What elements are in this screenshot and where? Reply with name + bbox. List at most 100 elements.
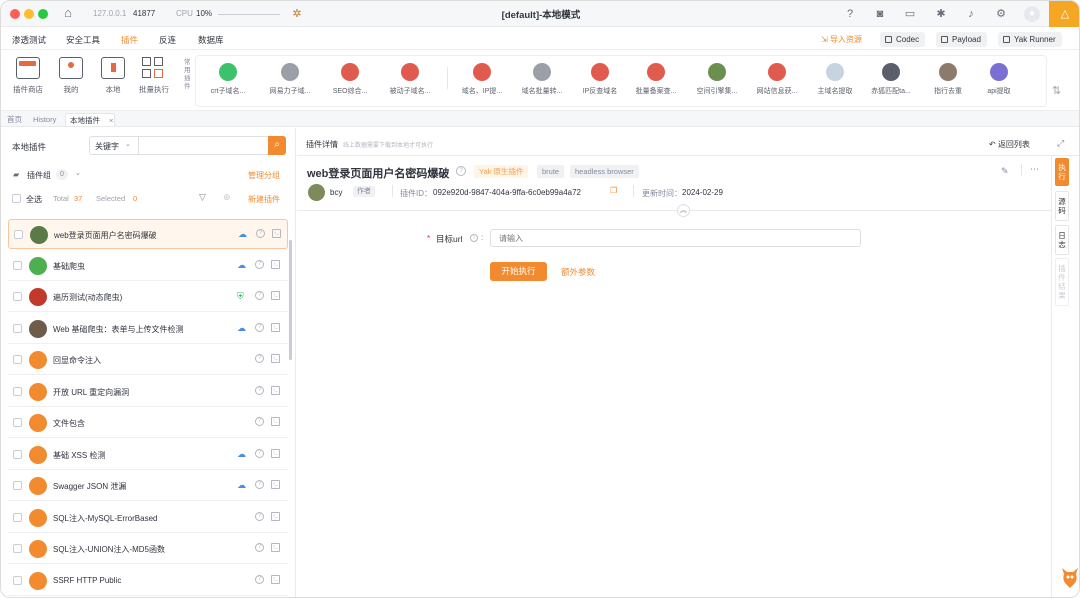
settings-icon[interactable]: ⚙ xyxy=(994,7,1008,21)
plugin-help-icon[interactable]: ? xyxy=(255,259,264,269)
menu-item-plugins[interactable]: 插件 xyxy=(121,34,138,46)
plugin-help-icon[interactable]: ? xyxy=(255,511,264,521)
minimize-window-button[interactable] xyxy=(24,9,34,19)
extra-params-link[interactable]: 额外参数 xyxy=(561,266,595,278)
plugin-list-item[interactable]: 开放 URL 重定向漏洞? ›_ xyxy=(8,377,288,407)
plugin-terminal-icon[interactable]: ›_ xyxy=(271,448,280,458)
common-plugin-item[interactable]: crt子域名... xyxy=(200,63,256,96)
plugin-terminal-icon[interactable]: ›_ xyxy=(271,385,280,395)
maximize-window-button[interactable] xyxy=(38,9,48,19)
menu-item-security-tools[interactable]: 安全工具 xyxy=(66,34,100,46)
side-tab-log[interactable]: 日志 xyxy=(1055,225,1069,255)
plugin-terminal-icon[interactable]: ›_ xyxy=(271,480,280,489)
plugin-list-item[interactable]: 遍历测试(动态爬虫) ⛨? ›_ xyxy=(8,282,288,312)
plugin-terminal-icon[interactable]: ›_ xyxy=(271,543,280,552)
back-to-list-button[interactable]: ↶ 返回列表 xyxy=(989,139,1030,150)
yak-runner-button[interactable]: Yak Runner xyxy=(998,32,1062,47)
common-plugin-item[interactable]: 域名批量转... xyxy=(514,63,570,96)
plugin-list-item[interactable]: web登录页面用户名密码爆破 ☁? ›_ xyxy=(8,219,288,249)
common-plugin-item[interactable]: 空间引擎集... xyxy=(689,63,745,96)
codec-button[interactable]: Codec xyxy=(880,32,926,47)
plugin-help-icon[interactable]: ? xyxy=(255,480,264,489)
search-icon[interactable]: ⌕ xyxy=(268,136,286,155)
plugin-help-icon[interactable]: ? xyxy=(255,385,264,395)
tab-history[interactable]: History xyxy=(29,113,60,126)
copy-icon[interactable]: ❐ xyxy=(610,186,617,195)
plugin-terminal-icon[interactable]: ›_ xyxy=(271,417,280,426)
close-window-button[interactable] xyxy=(10,9,20,19)
plugin-list-item[interactable]: Web 基础爬虫：表单与上传文件检测 ☁? ›_ xyxy=(8,314,288,344)
plugin-help-icon[interactable]: ? xyxy=(255,322,264,332)
my-plugins-button[interactable]: 我的 xyxy=(54,57,88,95)
plugin-checkbox[interactable] xyxy=(13,386,22,396)
batch-execute-button[interactable]: 批量执行 xyxy=(137,57,171,95)
plugin-checkbox[interactable] xyxy=(13,418,22,427)
target-url-input[interactable] xyxy=(490,229,861,247)
plugin-terminal-icon[interactable]: ›_ xyxy=(271,354,280,363)
plugin-terminal-icon[interactable]: ›_ xyxy=(272,229,281,238)
common-plugin-item[interactable]: 赤狐匹配ta... xyxy=(863,63,919,96)
plugin-checkbox[interactable] xyxy=(13,260,22,270)
plugin-checkbox[interactable] xyxy=(13,292,22,301)
tab-home[interactable]: 首页 xyxy=(3,113,26,126)
plugin-help-icon[interactable]: ? xyxy=(255,417,264,426)
common-plugin-item[interactable]: 批量备案查... xyxy=(628,63,684,96)
common-plugin-item[interactable]: IP反查域名 xyxy=(572,63,628,96)
plugin-terminal-icon[interactable]: ›_ xyxy=(271,574,280,584)
new-plugin-link[interactable]: 新建插件 xyxy=(248,194,280,205)
plugin-help-icon[interactable]: ? xyxy=(456,166,466,176)
plugin-checkbox[interactable] xyxy=(13,355,22,364)
plugin-checkbox[interactable] xyxy=(13,323,22,333)
plugin-terminal-icon[interactable]: ›_ xyxy=(271,511,280,521)
home-icon[interactable]: ⌂ xyxy=(61,6,75,20)
plugin-group-label[interactable]: 插件组 xyxy=(27,170,51,181)
select-all-checkbox[interactable] xyxy=(12,194,21,203)
plugin-checkbox[interactable] xyxy=(14,230,23,239)
plugin-checkbox[interactable] xyxy=(13,449,22,459)
common-plugin-item[interactable]: 网站信息获... xyxy=(749,63,805,96)
plugin-store-button[interactable]: 插件商店 xyxy=(11,57,45,95)
common-plugin-item[interactable]: 指行去重 xyxy=(920,63,976,96)
common-plugin-item[interactable]: api提取 xyxy=(971,63,1027,96)
sync-icon[interactable]: ⊕ xyxy=(223,192,231,203)
bell-icon[interactable]: ♪ xyxy=(964,7,978,21)
plugin-checkbox[interactable] xyxy=(13,481,22,490)
plugin-help-icon[interactable]: ? xyxy=(255,291,264,300)
plugin-checkbox[interactable] xyxy=(13,512,22,522)
common-plugin-item[interactable]: 网易力子域... xyxy=(262,63,318,96)
side-tab-source[interactable]: 源码 xyxy=(1055,191,1069,221)
plugin-terminal-icon[interactable]: ›_ xyxy=(271,322,280,332)
plugin-list-item[interactable]: 基础 XSS 检测 ☁? ›_ xyxy=(8,440,288,470)
terminal-icon[interactable]: ▭ xyxy=(903,7,917,21)
search-type-select[interactable]: 关键字 xyxy=(95,141,119,152)
edit-icon[interactable]: ✎ xyxy=(1001,166,1009,177)
tab-local-plugins[interactable]: 本地插件 × xyxy=(65,113,115,126)
warning-icon[interactable]: △ xyxy=(1049,1,1079,27)
plugin-list-item[interactable]: SQL注入-MySQL-ErrorBased? ›_ xyxy=(8,503,288,533)
debug-icon[interactable]: ✱ xyxy=(934,7,948,21)
collapse-icon[interactable]: ︽ xyxy=(677,204,690,217)
menu-item-pentest[interactable]: 渗透测试 xyxy=(12,34,46,46)
camera-icon[interactable]: ◙ xyxy=(873,7,887,21)
common-plugin-item[interactable]: 被动子域名... xyxy=(382,63,438,96)
bug-icon[interactable]: ✲ xyxy=(290,7,304,21)
plugin-checkbox[interactable] xyxy=(13,544,22,553)
import-resource-button[interactable]: ⇲ 导入资源 xyxy=(821,34,862,45)
fullscreen-icon[interactable]: ⤢ xyxy=(1057,138,1064,149)
plugin-list-item[interactable]: Swagger JSON 泄漏 ☁? ›_ xyxy=(8,471,288,501)
more-icon[interactable]: ⋯ xyxy=(1030,164,1039,175)
local-plugins-button[interactable]: 本地 xyxy=(96,57,130,95)
scrollbar-thumb[interactable] xyxy=(289,240,292,360)
plugin-terminal-icon[interactable]: ›_ xyxy=(271,259,280,269)
group-chevron-icon[interactable]: ⌄ xyxy=(75,169,81,177)
plugin-list-item[interactable]: 基础爬虫 ☁? ›_ xyxy=(8,251,288,281)
filter-icon[interactable]: ▽ xyxy=(199,192,206,203)
common-plugin-item[interactable]: 主域名提取 xyxy=(807,63,863,96)
field-info-icon[interactable]: i xyxy=(470,234,478,242)
plugin-help-icon[interactable]: ? xyxy=(255,574,264,584)
plugin-list-item[interactable]: 回显命令注入? ›_ xyxy=(8,345,288,375)
plugin-list-item[interactable]: SSRF HTTP Public? ›_ xyxy=(8,566,288,596)
user-avatar-icon[interactable]: ● xyxy=(1024,6,1040,22)
help-icon[interactable]: ? xyxy=(843,7,857,21)
plugin-list-item[interactable]: SQL注入-UNION注入-MD5函数? ›_ xyxy=(8,534,288,564)
